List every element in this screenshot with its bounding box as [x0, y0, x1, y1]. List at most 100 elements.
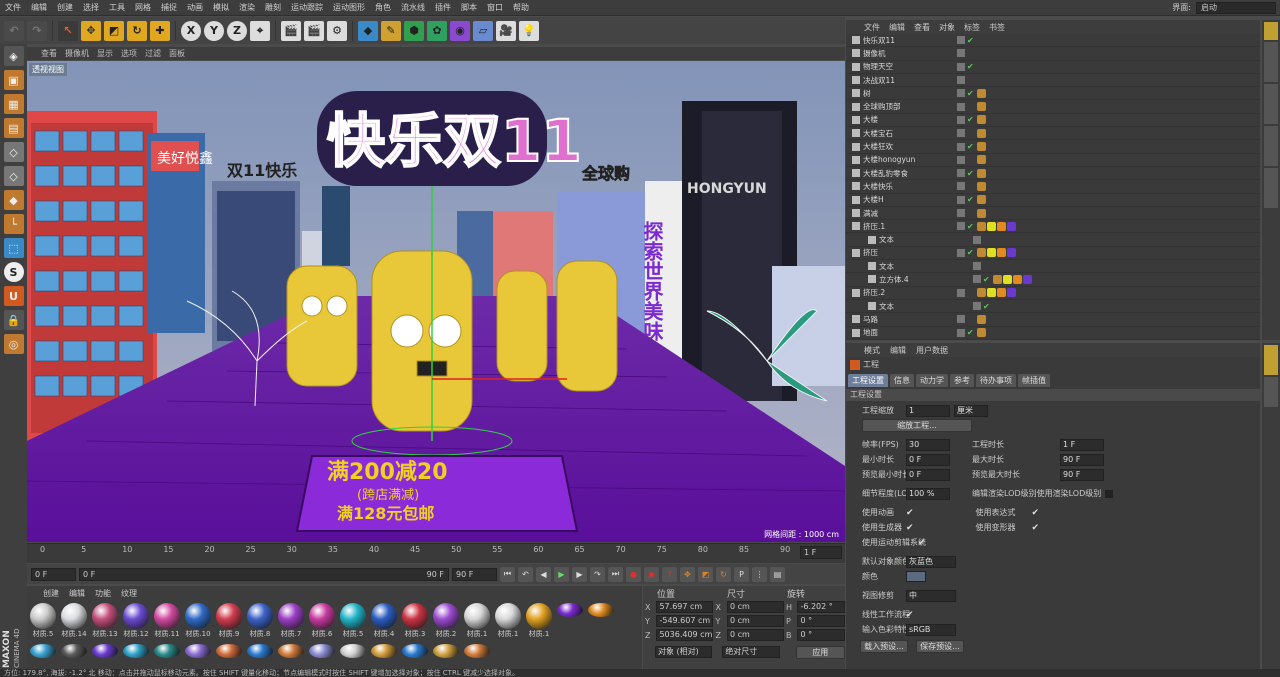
apply-button[interactable]: 应用 [795, 645, 846, 659]
vp-menu-camera[interactable]: 摄像机 [65, 48, 89, 59]
object-row[interactable]: 大楼乱豹零食 ✔ [846, 167, 1260, 181]
material-item[interactable] [308, 644, 336, 658]
duration-field[interactable]: 1 F [1060, 438, 1104, 451]
material-item[interactable]: 材质.1 [494, 603, 522, 641]
coordinate-system-icon[interactable]: ⌖ [250, 20, 270, 41]
visibility-toggle[interactable] [957, 115, 965, 124]
next-key-icon[interactable]: ↷ [590, 566, 605, 582]
vp-menu-options[interactable]: 选项 [121, 48, 137, 59]
mat-menu-create[interactable]: 创建 [43, 588, 59, 599]
size-x-field[interactable]: 0 cm [726, 601, 784, 613]
make-editable-icon[interactable]: ◈ [3, 46, 24, 66]
polygons-mode-icon[interactable]: ◆ [3, 190, 24, 210]
object-row[interactable]: 大楼快乐 [846, 180, 1260, 194]
tab-objects-icon[interactable] [1264, 22, 1278, 40]
tag-icon[interactable] [987, 221, 996, 231]
object-row[interactable]: 挤压 ✔ [846, 247, 1260, 261]
material-item[interactable]: 材质.11 [153, 603, 181, 641]
tag-icon[interactable] [977, 314, 986, 324]
object-row[interactable]: 快乐双11 ✔ [846, 34, 1260, 48]
fps-field[interactable]: 30 [906, 438, 950, 451]
menu-mograph[interactable]: 运动图形 [328, 2, 370, 13]
axis-mode-icon[interactable]: └ [3, 214, 24, 234]
timeline-window-icon[interactable]: ▤ [770, 566, 785, 582]
layout-select[interactable]: 启动 [1196, 1, 1276, 14]
material-item[interactable]: 材质.8 [246, 603, 274, 641]
scale-unit-select[interactable]: 厘米 [954, 404, 988, 417]
current-frame-field[interactable]: 1 F [800, 546, 842, 559]
visibility-toggle[interactable] [957, 49, 965, 58]
tweak-mode-icon[interactable]: ⬚ [3, 238, 24, 258]
tag-icon[interactable] [997, 248, 1006, 258]
pos-z-field[interactable]: 5036.409 cm [656, 629, 714, 641]
tag-icon[interactable] [1013, 274, 1022, 284]
material-item[interactable]: 材质.13 [91, 603, 119, 641]
autokey-icon[interactable]: ◉ [644, 566, 659, 582]
material-item[interactable]: 材质.6 [308, 603, 336, 641]
light-icon[interactable]: 💡 [519, 20, 539, 41]
linear-checkbox[interactable]: ✔ [906, 610, 914, 620]
material-item[interactable]: 材质.12 [122, 603, 150, 641]
menu-create[interactable]: 创建 [52, 2, 78, 13]
y-axis-button[interactable]: Y [204, 20, 224, 41]
maxtime-field[interactable]: 90 F [1060, 453, 1104, 466]
material-item[interactable]: 材质.5 [29, 603, 57, 641]
tag-icon[interactable] [977, 115, 986, 125]
expr-checkbox[interactable]: ✔ [1032, 508, 1040, 518]
tab-interpolation[interactable]: 帧插值 [1018, 374, 1050, 387]
start-frame-field[interactable]: 0 F [31, 567, 76, 581]
subdivision-icon[interactable]: ⬢ [404, 20, 424, 41]
defcolor-select[interactable]: 灰蓝色 [906, 555, 956, 568]
render-settings-icon[interactable]: ⚙ [327, 20, 347, 41]
visibility-toggle[interactable] [957, 315, 965, 324]
material-item[interactable] [339, 644, 367, 658]
object-row[interactable]: 文本 [846, 233, 1260, 247]
material-item[interactable] [556, 603, 584, 617]
rotate-icon[interactable]: ↻ [127, 20, 147, 41]
tag-icon[interactable] [987, 288, 996, 298]
soft-select-icon[interactable]: ◎ [3, 334, 24, 354]
visibility-toggle[interactable] [973, 275, 981, 284]
object-row[interactable]: 大楼 ✔ [846, 114, 1260, 128]
object-row[interactable]: 立方体.4 ✔ [846, 273, 1260, 287]
visibility-toggle[interactable] [957, 76, 965, 85]
tab-layer-icon[interactable] [1264, 377, 1278, 407]
key-pla-icon[interactable]: ⋮ [752, 566, 767, 582]
vp-menu-filter[interactable]: 过滤 [145, 48, 161, 59]
tag-icon[interactable] [977, 328, 986, 338]
material-item[interactable]: 材质.9 [215, 603, 243, 641]
edges-mode-icon[interactable]: ◇ [3, 166, 24, 186]
scale-icon[interactable]: ◩ [104, 20, 124, 41]
z-axis-button[interactable]: Z [227, 20, 247, 41]
tag-icon[interactable] [977, 221, 986, 231]
enable-check-icon[interactable]: ✔ [967, 328, 977, 337]
enable-check-icon[interactable]: ✔ [967, 115, 977, 124]
enable-check-icon[interactable]: ✔ [967, 142, 977, 151]
menu-tools[interactable]: 工具 [104, 2, 130, 13]
render-view-icon[interactable]: 🎬 [281, 20, 301, 41]
menu-sculpt[interactable]: 雕刻 [260, 2, 286, 13]
visibility-toggle[interactable] [957, 288, 965, 297]
menu-plugins[interactable]: 插件 [430, 2, 456, 13]
menu-render[interactable]: 渲染 [234, 2, 260, 13]
magnet-icon[interactable]: U [3, 286, 24, 306]
object-row[interactable]: 大楼狂欢 ✔ [846, 140, 1260, 154]
material-item[interactable]: 材质.10 [184, 603, 212, 641]
lock-icon[interactable]: 🔒 [3, 310, 24, 330]
tag-icon[interactable] [977, 102, 986, 112]
object-row[interactable]: 摄像机 [846, 47, 1260, 61]
move-icon[interactable]: ✥ [81, 20, 101, 41]
points-mode-icon[interactable]: ◇ [3, 142, 24, 162]
viewport-3d[interactable]: 透视视图 美好悦鑫 双11快乐 全球购 探索世界美味 HONGYUN 快乐双11… [27, 61, 845, 542]
mat-menu-edit[interactable]: 编辑 [69, 588, 85, 599]
key-param-icon[interactable]: P [734, 566, 749, 582]
add-icon[interactable]: ✚ [150, 20, 170, 41]
visibility-toggle[interactable] [957, 182, 965, 191]
visibility-toggle[interactable] [957, 222, 965, 231]
camera-icon[interactable]: 🎥 [496, 20, 516, 41]
menu-snap[interactable]: 捕捉 [156, 2, 182, 13]
enable-check-icon[interactable]: ✔ [967, 169, 977, 178]
object-row[interactable]: 大楼H ✔ [846, 194, 1260, 207]
tab-structure-icon[interactable] [1264, 126, 1278, 166]
color-swatch[interactable] [906, 571, 926, 582]
